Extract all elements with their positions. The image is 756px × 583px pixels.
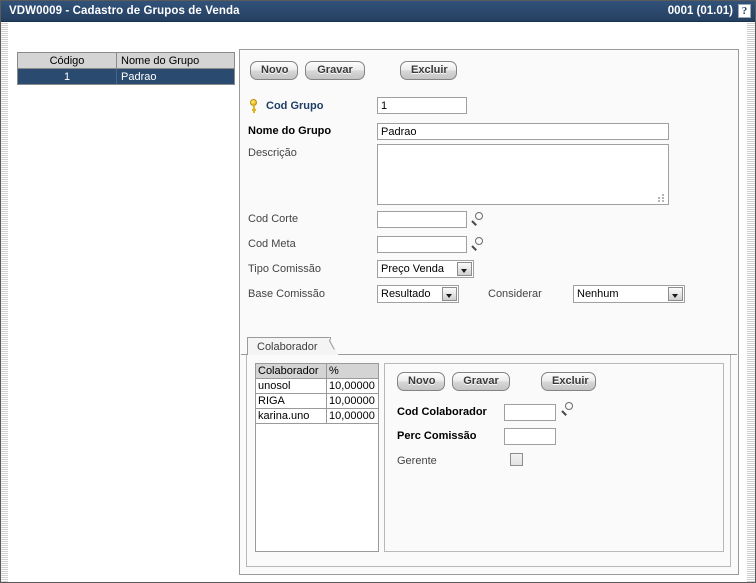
- master-grid-table: Código Nome do Grupo 1 Padrao: [18, 53, 234, 84]
- considerar-select[interactable]: Nenhum: [573, 285, 685, 303]
- tipo-comissao-select[interactable]: Preço Venda: [377, 260, 474, 278]
- detail-col-colaborador[interactable]: Colaborador: [256, 364, 327, 379]
- field-base-comissao: Base Comissão: [248, 288, 325, 300]
- master-grid[interactable]: Código Nome do Grupo 1 Padrao: [17, 52, 235, 85]
- novo-button[interactable]: Novo: [250, 61, 298, 80]
- tab-colaborador[interactable]: Colaborador: [247, 337, 331, 355]
- cod-corte-search-icon[interactable]: [471, 212, 486, 227]
- tab-colaborador-label: Colaborador: [257, 341, 318, 353]
- base-comissao-value: Resultado: [378, 286, 442, 302]
- window-title: VDW0009 - Cadastro de Grupos de Venda: [9, 5, 240, 17]
- descricao-wrapper: [377, 144, 669, 205]
- excluir-button[interactable]: Excluir: [400, 61, 457, 80]
- detail-grid[interactable]: Colaborador % unosol 10,00000 RIGA: [255, 363, 379, 552]
- client-area: Código Nome do Grupo 1 Padrao Novo Grava…: [1, 23, 755, 582]
- cod-corte-input[interactable]: [377, 211, 467, 228]
- cod-colaborador-search-icon[interactable]: [561, 402, 576, 417]
- chevron-down-icon[interactable]: [442, 287, 457, 301]
- table-row[interactable]: 1 Padrao: [18, 69, 234, 85]
- master-cell-codigo: 1: [18, 69, 117, 85]
- detail-grid-table: Colaborador % unosol 10,00000 RIGA: [256, 364, 378, 424]
- descricao-textarea[interactable]: [377, 144, 669, 205]
- cod-grupo-label: Cod Grupo: [266, 100, 323, 112]
- cod-meta-label: Cod Meta: [248, 238, 296, 250]
- gerente-label: Gerente: [397, 455, 437, 467]
- field-tipo-comissao: Tipo Comissão: [248, 263, 321, 275]
- detail-cell-perc: 10,00000: [327, 379, 379, 394]
- version-label: 0001 (01.01): [668, 5, 733, 17]
- table-row[interactable]: RIGA 10,00000: [256, 394, 378, 409]
- key-icon: [248, 98, 260, 114]
- detail-grid-header-row: Colaborador %: [256, 364, 378, 379]
- cod-colaborador-label: Cod Colaborador: [397, 406, 487, 418]
- field-perc-comissao: Perc Comissão: [397, 430, 476, 442]
- descricao-label: Descrição: [248, 147, 297, 159]
- textarea-resize-grip[interactable]: [658, 194, 666, 202]
- master-col-nome[interactable]: Nome do Grupo: [117, 53, 235, 69]
- help-icon[interactable]: ?: [738, 4, 751, 18]
- right-edge-strip: [747, 23, 755, 582]
- master-grid-header-row: Código Nome do Grupo: [18, 53, 234, 69]
- field-cod-grupo: Cod Grupo: [248, 98, 323, 114]
- detail-toolbar: Novo Gravar Excluir: [397, 372, 596, 391]
- gravar-button[interactable]: Gravar: [305, 61, 365, 80]
- cod-corte-label: Cod Corte: [248, 213, 298, 225]
- detail-excluir-button[interactable]: Excluir: [541, 372, 596, 391]
- main-panel: Novo Gravar Excluir Cod Grupo Nome do Gr…: [239, 49, 739, 575]
- detail-novo-button[interactable]: Novo: [397, 372, 445, 391]
- field-cod-colaborador: Cod Colaborador: [397, 406, 487, 418]
- master-cell-nome: Padrao: [117, 69, 235, 85]
- gerente-checkbox[interactable]: [510, 453, 523, 466]
- detail-cell-colaborador: karina.uno: [256, 409, 327, 424]
- tab-slant-border: [329, 337, 340, 356]
- title-bar: VDW0009 - Cadastro de Grupos de Venda 00…: [1, 1, 755, 22]
- considerar-value: Nenhum: [574, 286, 668, 302]
- considerar-label: Considerar: [488, 288, 542, 300]
- detail-col-perc[interactable]: %: [327, 364, 379, 379]
- perc-comissao-label: Perc Comissão: [397, 430, 476, 442]
- main-toolbar: Novo Gravar Excluir: [250, 61, 457, 80]
- detail-cell-colaborador: RIGA: [256, 394, 327, 409]
- detail-cell-colaborador: unosol: [256, 379, 327, 394]
- colaborador-detail-form: Novo Gravar Excluir Cod Colaborador Perc…: [384, 363, 724, 552]
- application-window: VDW0009 - Cadastro de Grupos de Venda 00…: [0, 0, 756, 583]
- cod-meta-input[interactable]: [377, 236, 467, 253]
- cod-grupo-input[interactable]: [377, 97, 467, 114]
- nome-grupo-label: Nome do Grupo: [248, 125, 331, 137]
- chevron-down-icon[interactable]: [668, 287, 683, 301]
- left-edge-strip: [1, 23, 8, 582]
- cod-colaborador-input[interactable]: [504, 404, 556, 421]
- base-comissao-select[interactable]: Resultado: [377, 285, 459, 303]
- chevron-down-icon[interactable]: [457, 262, 472, 276]
- table-row[interactable]: karina.uno 10,00000: [256, 409, 378, 424]
- detail-cell-perc: 10,00000: [327, 394, 379, 409]
- table-row[interactable]: unosol 10,00000: [256, 379, 378, 394]
- tipo-comissao-label: Tipo Comissão: [248, 263, 321, 275]
- colaborador-section: Colaborador % unosol 10,00000 RIGA: [246, 355, 731, 567]
- field-descricao: Descrição: [248, 147, 297, 159]
- base-comissao-label: Base Comissão: [248, 288, 325, 300]
- cod-meta-search-icon[interactable]: [471, 237, 486, 252]
- field-cod-meta: Cod Meta: [248, 238, 296, 250]
- perc-comissao-input[interactable]: [504, 428, 556, 445]
- detail-gravar-button[interactable]: Gravar: [452, 372, 510, 391]
- field-nome-grupo: Nome do Grupo: [248, 125, 331, 137]
- field-cod-corte: Cod Corte: [248, 213, 298, 225]
- field-gerente: Gerente: [397, 455, 437, 467]
- tab-strip: Colaborador: [241, 337, 737, 355]
- nome-grupo-input[interactable]: [377, 123, 669, 140]
- master-col-codigo[interactable]: Código: [18, 53, 117, 69]
- field-considerar: Considerar: [488, 288, 542, 300]
- detail-cell-perc: 10,00000: [327, 409, 379, 424]
- tipo-comissao-value: Preço Venda: [378, 261, 457, 277]
